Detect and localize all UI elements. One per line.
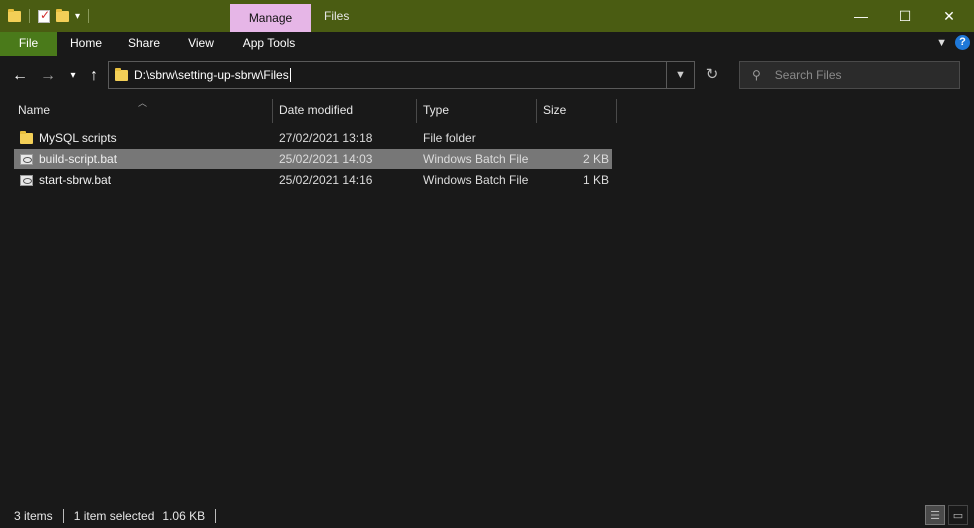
divider (29, 9, 30, 23)
column-divider[interactable] (616, 99, 617, 123)
divider (62, 509, 64, 523)
column-size[interactable]: Size (537, 99, 616, 123)
folder-icon[interactable] (8, 8, 21, 22)
customize-toolbar-icon[interactable]: ▾ (75, 11, 80, 22)
item-count: 3 items (14, 509, 53, 523)
file-name-cell: MySQL scripts (20, 128, 117, 148)
file-type: Windows Batch File (423, 152, 529, 166)
column-type[interactable]: Type (417, 99, 536, 123)
view-switcher: ☰ ▭ (925, 505, 968, 525)
title-bar: ▾ Manage Files — ☐ ✕ (0, 0, 974, 32)
file-name-cell: start-sbrw.bat (20, 170, 111, 190)
file-row[interactable]: start-sbrw.bat 25/02/2021 14:16 Windows … (14, 170, 612, 190)
tab-manage[interactable]: Manage (230, 4, 311, 32)
window-title: Files (324, 9, 350, 23)
file-row[interactable]: MySQL scripts 27/02/2021 13:18 File fold… (14, 128, 612, 148)
folder-icon (20, 130, 33, 144)
address-bar[interactable]: D:\sbrw\setting-up-sbrw\Files (108, 61, 667, 89)
search-input[interactable]: Search Files (775, 68, 842, 82)
selection-status: 1 item selected (73, 509, 155, 523)
tab-app-tools[interactable]: App Tools (232, 32, 306, 56)
tab-view[interactable]: View (176, 32, 226, 56)
divider (88, 9, 90, 23)
file-date: 25/02/2021 14:03 (279, 152, 373, 166)
file-type: File folder (423, 131, 476, 145)
file-name: MySQL scripts (39, 131, 117, 145)
recent-locations-icon[interactable]: ▾ (63, 66, 83, 86)
column-header: Name Date modified Type Size (12, 99, 618, 123)
file-name-cell: build-script.bat (20, 149, 117, 169)
file-size (538, 128, 609, 148)
selection-size: 1.06 KB (162, 509, 206, 523)
properties-icon[interactable] (38, 8, 50, 23)
minimize-button[interactable]: — (838, 0, 884, 32)
navigation-bar: ← → ▾ ↑ D:\sbrw\setting-up-sbrw\Files ▼ … (0, 56, 974, 96)
search-icon: ⚲ (752, 68, 761, 82)
address-path[interactable]: D:\sbrw\setting-up-sbrw\Files (134, 68, 289, 82)
address-dropdown-icon[interactable]: ▼ (667, 61, 695, 89)
back-button[interactable]: ← (10, 66, 30, 86)
file-type: Windows Batch File (423, 173, 529, 187)
file-list: ︿ Name Date modified Type Size MySQL scr… (0, 96, 974, 504)
tab-share[interactable]: Share (118, 32, 170, 56)
tab-file[interactable]: File (0, 32, 57, 56)
divider (215, 509, 217, 523)
search-box[interactable]: ⚲ Search Files (739, 61, 960, 89)
folder-icon (115, 67, 128, 81)
maximize-button[interactable]: ☐ (882, 0, 928, 32)
batch-file-icon (20, 174, 33, 186)
quick-access-toolbar: ▾ (8, 6, 91, 26)
file-size: 1 KB (582, 173, 609, 187)
batch-file-icon (20, 153, 33, 165)
file-name: build-script.bat (39, 152, 118, 166)
file-name: start-sbrw.bat (39, 173, 112, 187)
details-view-icon[interactable]: ☰ (925, 505, 945, 525)
status-bar: 3 items 1 item selected 1.06 KB (0, 504, 974, 528)
column-date-modified[interactable]: Date modified (273, 99, 416, 123)
file-date: 25/02/2021 14:16 (279, 173, 373, 187)
tab-home[interactable]: Home (60, 32, 112, 56)
text-cursor (289, 68, 291, 82)
ribbon-tabs: File Home Share View App Tools ▼ ? (0, 32, 974, 56)
forward-button[interactable]: → (38, 66, 58, 86)
column-name[interactable]: Name (12, 99, 272, 123)
ribbon-controls: ▼ ? (936, 35, 970, 50)
new-folder-icon[interactable] (56, 8, 69, 22)
file-row[interactable]: build-script.bat 25/02/2021 14:03 Window… (14, 149, 612, 169)
refresh-icon[interactable]: ↻ (699, 61, 725, 89)
file-date: 27/02/2021 13:18 (279, 131, 373, 145)
large-icons-view-icon[interactable]: ▭ (948, 505, 968, 525)
expand-ribbon-icon[interactable]: ▼ (936, 37, 947, 49)
up-button[interactable]: ↑ (84, 66, 104, 86)
help-icon[interactable]: ? (955, 35, 970, 50)
close-button[interactable]: ✕ (926, 0, 972, 32)
file-size: 2 KB (582, 152, 609, 166)
